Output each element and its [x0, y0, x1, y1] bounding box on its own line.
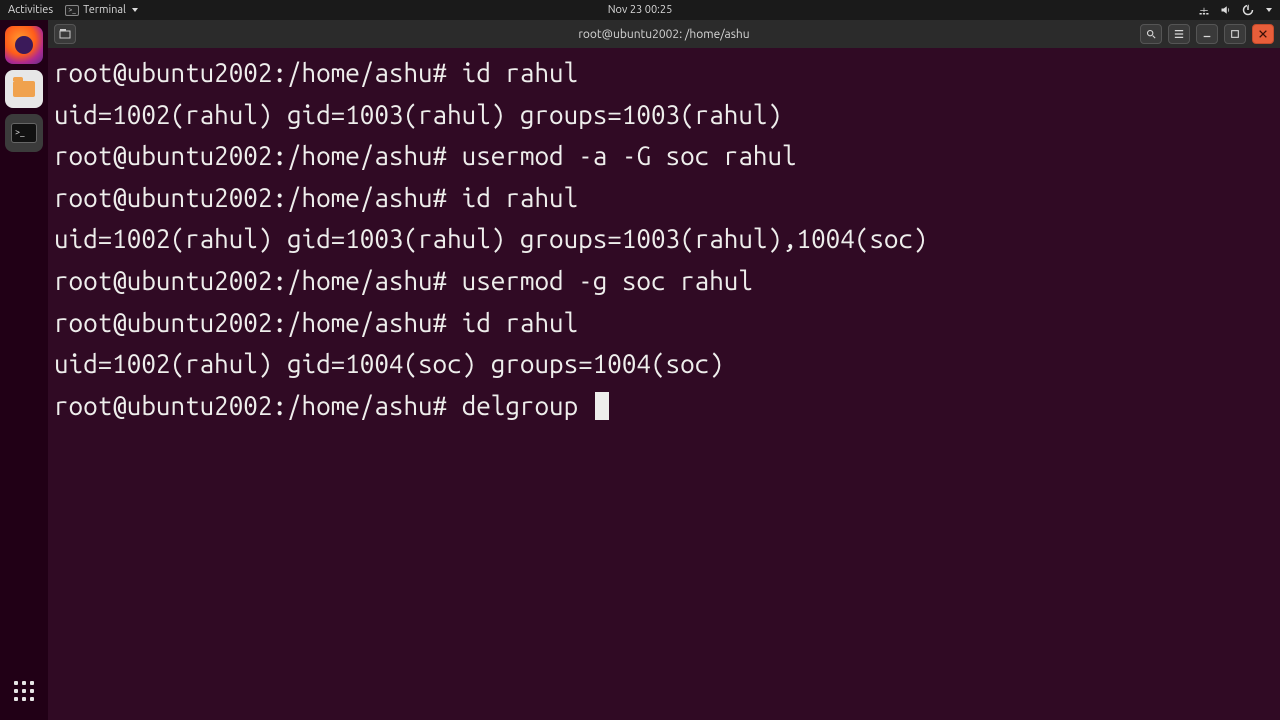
- network-icon[interactable]: [1198, 4, 1210, 16]
- volume-icon[interactable]: [1220, 4, 1232, 16]
- dock-files-icon[interactable]: [5, 70, 43, 108]
- close-button[interactable]: [1252, 24, 1274, 44]
- dock: >_: [0, 20, 48, 720]
- terminal-output-line: uid=1002(rahul) gid=1003(rahul) groups=1…: [54, 94, 1274, 136]
- window-title: root@ubuntu2002: /home/ashu: [578, 28, 749, 41]
- system-menu-chevron-icon[interactable]: [1266, 8, 1272, 12]
- minimize-button[interactable]: [1196, 24, 1218, 44]
- hamburger-menu-button[interactable]: [1168, 24, 1190, 44]
- terminal-body[interactable]: root@ubuntu2002:/home/ashu# id rahuluid=…: [48, 48, 1280, 720]
- gnome-top-panel: Activities >_ Terminal Nov 23 00:25: [0, 0, 1280, 20]
- app-menu-button[interactable]: >_ Terminal: [65, 4, 138, 16]
- terminal-icon: >_: [65, 5, 79, 16]
- dock-terminal-icon[interactable]: >_: [5, 114, 43, 152]
- dock-firefox-icon[interactable]: [5, 26, 43, 64]
- clock[interactable]: Nov 23 00:25: [608, 4, 673, 16]
- search-button[interactable]: [1140, 24, 1162, 44]
- terminal-prompt-line: root@ubuntu2002:/home/ashu# delgroup: [54, 385, 1274, 427]
- terminal-prompt-line: root@ubuntu2002:/home/ashu# id rahul: [54, 177, 1274, 219]
- window-titlebar: root@ubuntu2002: /home/ashu: [48, 20, 1280, 48]
- apps-grid-icon: [14, 681, 34, 701]
- terminal-output-line: uid=1002(rahul) gid=1004(soc) groups=100…: [54, 343, 1274, 385]
- new-tab-button[interactable]: [54, 24, 76, 44]
- chevron-down-icon: [132, 8, 138, 12]
- terminal-prompt-line: root@ubuntu2002:/home/ashu# usermod -a -…: [54, 135, 1274, 177]
- terminal-window: root@ubuntu2002: /home/ashu root@ubuntu2…: [48, 20, 1280, 720]
- activities-button[interactable]: Activities: [8, 4, 53, 16]
- power-icon[interactable]: [1242, 4, 1254, 16]
- app-menu-label: Terminal: [83, 4, 126, 16]
- terminal-output-line: uid=1002(rahul) gid=1003(rahul) groups=1…: [54, 218, 1274, 260]
- terminal-cursor: [595, 392, 609, 420]
- terminal-prompt-line: root@ubuntu2002:/home/ashu# id rahul: [54, 52, 1274, 94]
- terminal-prompt-line: root@ubuntu2002:/home/ashu# usermod -g s…: [54, 260, 1274, 302]
- maximize-button[interactable]: [1224, 24, 1246, 44]
- terminal-prompt-line: root@ubuntu2002:/home/ashu# id rahul: [54, 302, 1274, 344]
- show-applications-button[interactable]: [5, 672, 43, 710]
